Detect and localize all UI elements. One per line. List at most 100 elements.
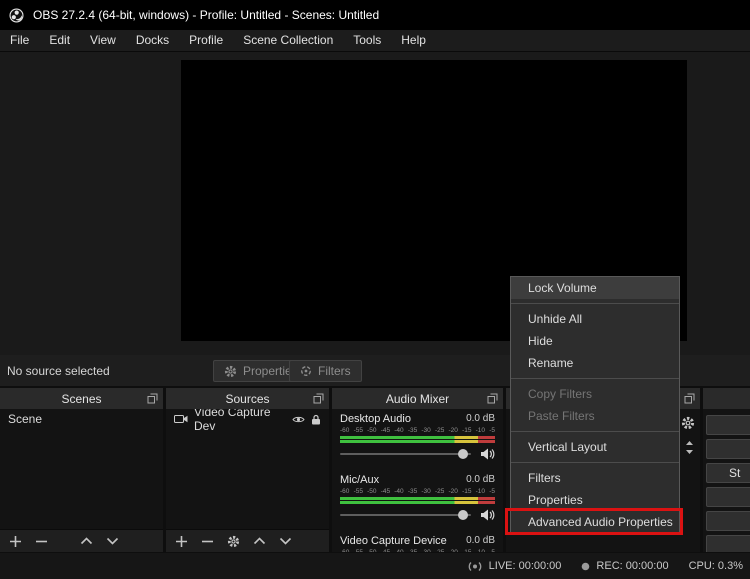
tick-label: -40 [394, 548, 403, 552]
add-source-button[interactable] [175, 535, 188, 548]
scene-list-item[interactable]: Scene [0, 409, 163, 429]
volume-slider[interactable] [340, 509, 471, 520]
audio-source-context-menu: Lock Volume Unhide All Hide Rename Copy … [510, 276, 680, 534]
meter-scale: -60-55 -50-45-40-35-30-25-20 -15-10-5 [340, 487, 495, 496]
menu-docks[interactable]: Docks [126, 30, 179, 51]
spinner-up-down-icon[interactable] [685, 440, 694, 455]
scenes-dock-header[interactable]: Scenes [0, 388, 163, 409]
speaker-icon[interactable] [480, 448, 495, 460]
menu-view[interactable]: View [80, 30, 126, 51]
tick-label: -35 [407, 427, 418, 434]
channel-header: Desktop Audio 0.0 dB [340, 412, 495, 425]
source-properties-gear-icon[interactable] [227, 535, 240, 548]
rec-status: REC: 00:00:00 [581, 560, 669, 572]
controls-button-fragment[interactable] [706, 487, 750, 507]
menu-file[interactable]: File [0, 30, 39, 51]
tick-label: -50 [367, 427, 377, 434]
channel-volume-value: 0.0 dB [466, 474, 495, 485]
menu-item-unhide-all[interactable]: Unhide All [511, 308, 679, 330]
rec-time-text: REC: 00:00:00 [596, 560, 669, 572]
tick-label: -15 [462, 548, 471, 552]
menu-item-properties[interactable]: Properties [511, 489, 679, 511]
volume-slider[interactable] [340, 448, 471, 459]
tick-label: -55 [353, 488, 363, 495]
menu-item-vertical-layout[interactable]: Vertical Layout [511, 436, 679, 458]
tick-label: -20 [448, 488, 458, 495]
title-bar[interactable]: OBS 27.2.4 (64-bit, windows) - Profile: … [0, 0, 750, 30]
channel-header: Mic/Aux 0.0 dB [340, 473, 495, 486]
source-list-item[interactable]: Video Capture Dev [166, 409, 329, 433]
popout-icon[interactable] [313, 393, 324, 404]
controls-button-fragment[interactable] [706, 511, 750, 531]
lock-icon[interactable] [311, 414, 321, 425]
menu-item-rename[interactable]: Rename [511, 352, 679, 374]
popout-icon[interactable] [147, 393, 158, 404]
move-scene-up-button[interactable] [80, 537, 93, 545]
popout-icon[interactable] [684, 393, 695, 404]
status-bar: LIVE: 00:00:00 REC: 00:00:00 CPU: 0.3% [0, 553, 750, 579]
scenes-dock: Scenes Scene [0, 388, 163, 552]
sources-dock-header[interactable]: Sources [166, 388, 329, 409]
volume-slider-handle[interactable] [458, 448, 468, 459]
tick-label: -10 [476, 548, 485, 552]
move-source-down-button[interactable] [279, 537, 292, 545]
tick-label: -40 [394, 427, 404, 434]
mixer-channel-desktop-audio: Desktop Audio 0.0 dB -60 -55 -50 -45 -40 -35-… [340, 412, 495, 461]
remove-source-button[interactable] [201, 535, 214, 548]
menu-separator [511, 303, 679, 304]
volume-meter [340, 436, 495, 443]
move-scene-down-button[interactable] [106, 537, 119, 545]
tick-label: -45 [381, 548, 390, 552]
popout-icon[interactable] [487, 393, 498, 404]
remove-scene-button[interactable] [35, 535, 48, 548]
tick-label: -5 [489, 548, 495, 552]
scene-item-label: Scene [8, 412, 43, 426]
tick-label: -20 [448, 427, 458, 434]
menu-profile[interactable]: Profile [179, 30, 233, 51]
menu-edit[interactable]: Edit [39, 30, 80, 51]
tick-label: -50 [367, 488, 377, 495]
audio-mixer-body: Desktop Audio 0.0 dB -60 -55 -50 -45 -40 -35-… [332, 409, 503, 552]
controls-dock-body: St [703, 409, 750, 552]
sources-list: Video Capture Dev [166, 409, 329, 529]
speaker-icon[interactable] [480, 509, 495, 521]
controls-button-fragment[interactable] [706, 535, 750, 552]
add-scene-button[interactable] [9, 535, 22, 548]
move-source-up-button[interactable] [253, 537, 266, 545]
channel-name: Desktop Audio [340, 412, 411, 425]
tick-label: -15 [462, 427, 472, 434]
obs-logo-icon [9, 8, 24, 23]
menu-tools[interactable]: Tools [343, 30, 391, 51]
menu-separator [511, 462, 679, 463]
live-broadcast-icon [467, 561, 483, 572]
channel-controls [340, 446, 495, 461]
menu-item-advanced-audio-properties[interactable]: Advanced Audio Properties [511, 511, 679, 533]
gear-icon [224, 365, 237, 378]
controls-button-fragment[interactable] [706, 415, 750, 435]
audio-mixer-header[interactable]: Audio Mixer [332, 388, 503, 409]
visibility-eye-icon[interactable] [292, 415, 305, 424]
menu-help[interactable]: Help [391, 30, 436, 51]
source-item-label: Video Capture Dev [194, 409, 271, 433]
sources-dock-title: Sources [225, 391, 270, 406]
filters-button-label: Filters [318, 364, 351, 378]
menu-scene-collection[interactable]: Scene Collection [233, 30, 343, 51]
tick-label: -5 [489, 488, 495, 495]
window-title: OBS 27.2.4 (64-bit, windows) - Profile: … [33, 8, 380, 22]
controls-button-fragment[interactable] [706, 439, 750, 459]
tick-label: -25 [435, 548, 444, 552]
channel-name: Video Capture Device [340, 534, 447, 547]
scenes-toolbar [0, 529, 163, 552]
menu-item-hide[interactable]: Hide [511, 330, 679, 352]
gear-icon[interactable] [681, 416, 695, 430]
tick-label: -30 [421, 427, 431, 434]
controls-button-label-fragment: St [729, 466, 741, 480]
menu-item-lock-volume[interactable]: Lock Volume [511, 277, 679, 299]
meter-scale: -60-55 -50-45-40-35-30-25-20 -15-10-5 [340, 426, 495, 435]
filters-button[interactable]: Filters [289, 360, 362, 382]
tick-label: -60 [340, 488, 350, 495]
menu-item-filters[interactable]: Filters [511, 467, 679, 489]
volume-slider-handle[interactable] [458, 509, 468, 520]
controls-button-fragment[interactable]: St [706, 463, 750, 483]
tick-label: -25 [434, 488, 445, 495]
